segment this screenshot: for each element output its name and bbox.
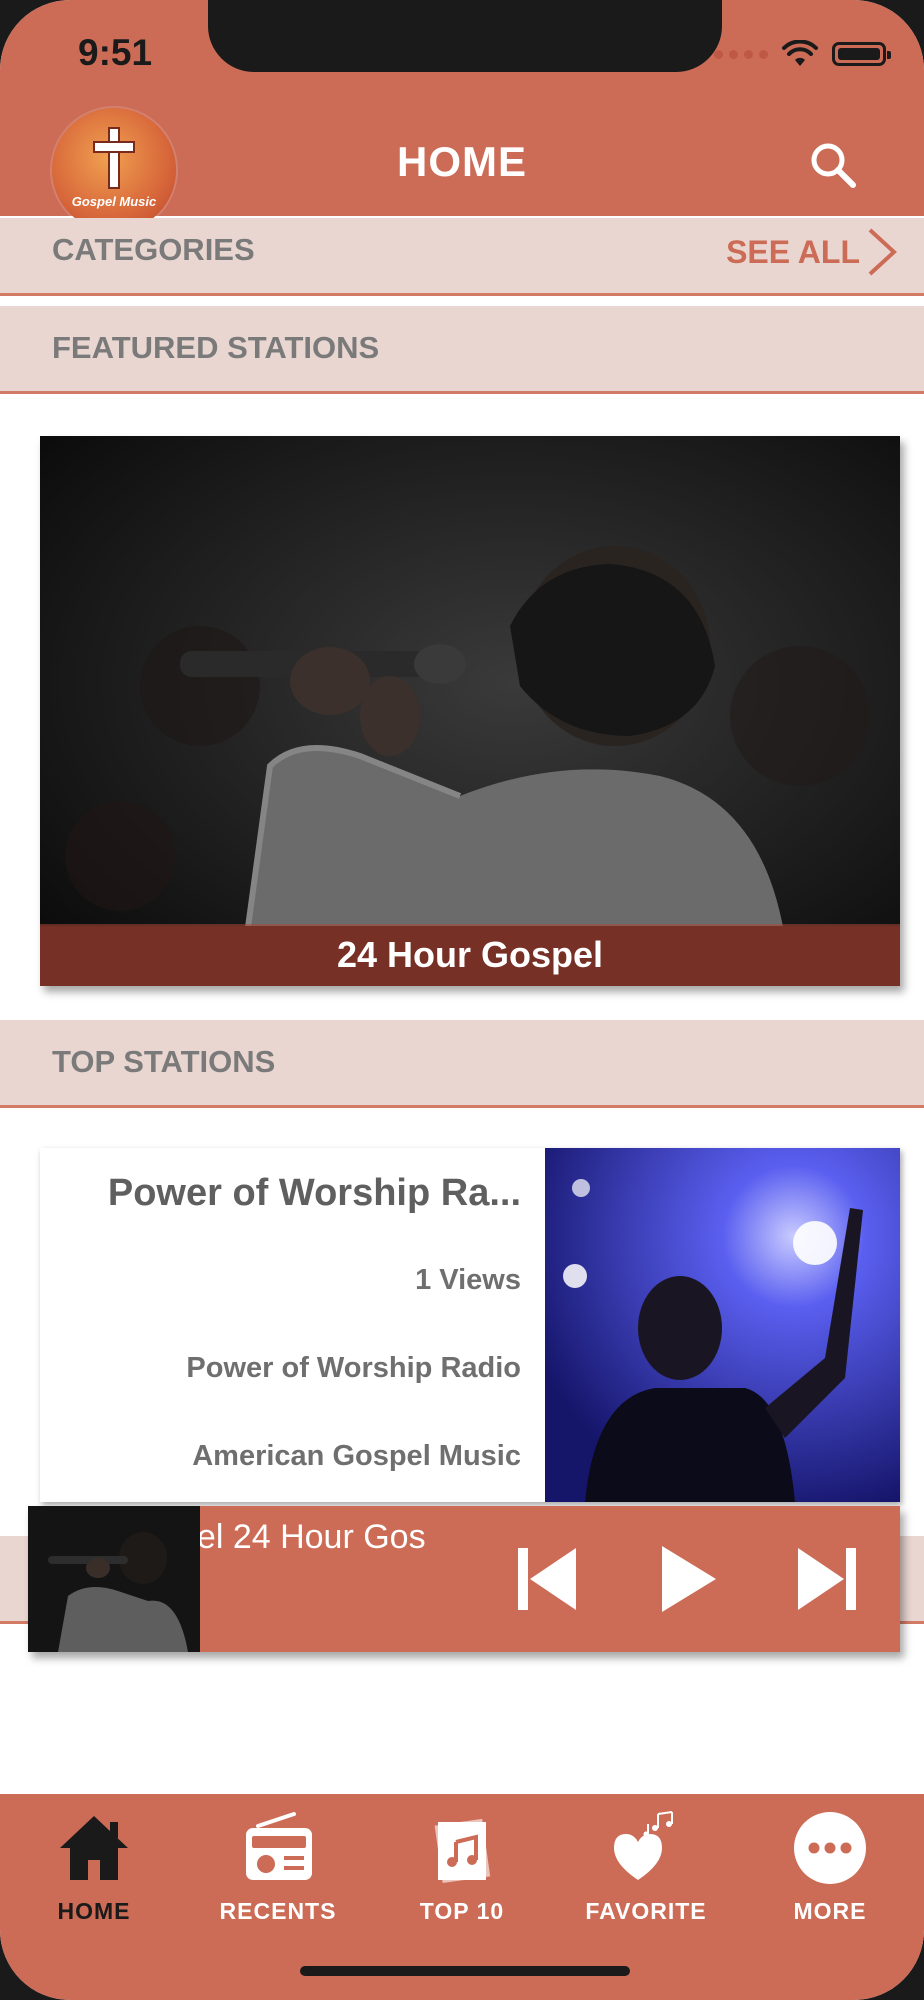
skip-next-icon[interactable] [790,1542,864,1616]
featured-section-header: FEATURED STATIONS [0,306,924,394]
tab-home[interactable]: HOME [2,1808,186,1958]
top-station-views: 1 Views [415,1264,521,1296]
featured-station-image [40,436,900,986]
categories-title: CATEGORIES [52,232,255,267]
more-icon [794,1812,866,1884]
featured-station-caption: 24 Hour Gospel [40,924,900,986]
phone-screen: 9:51 Gospel Music HOME CATEGORIES SEE AL… [0,0,924,2000]
status-indicators [714,40,891,68]
top-stations-title: TOP STATIONS [52,1044,276,1079]
chevron-right-icon [868,228,897,276]
status-time: 9:51 [78,32,153,73]
tab-home-label: HOME [57,1898,131,1924]
mini-player[interactable]: pel 24 Hour Gos [28,1506,900,1652]
see-all-label: SEE ALL [726,233,860,270]
cellular-signal-icon [714,49,768,59]
tab-more-label: MORE [793,1898,867,1924]
see-all-button[interactable]: SEE ALL [726,226,898,278]
top-station-station: Power of Worship Radio [186,1352,521,1384]
page-title: HOME [397,138,527,185]
heart-music-icon [614,1811,673,1880]
home-indicator[interactable] [300,1966,630,1976]
top-station-image [545,1148,900,1502]
top-station-name: Power of Worship Ra... [107,1172,521,1214]
top-station-card[interactable]: Power of Worship Ra... 1 Views Power of … [40,1148,900,1502]
app-header: 9:51 Gospel Music HOME [0,0,924,232]
tab-top-10-label: TOP 10 [419,1898,505,1924]
skip-previous-icon[interactable] [510,1542,584,1616]
featured-stations-title: FEATURED STATIONS [52,330,380,365]
device-notch [208,0,722,72]
top-station-info: Power of Worship Ra... 1 Views Power of … [40,1148,545,1502]
play-icon[interactable] [650,1542,724,1616]
tab-more[interactable]: MORE [738,1808,922,1958]
wifi-icon [782,40,818,66]
home-icon [60,1816,128,1880]
now-playing-text: pel 24 Hour Gos [200,1506,540,1576]
battery-icon [832,42,891,66]
now-playing-label: pel 24 Hour Gos [200,1518,426,1556]
logo-text: Gospel Music [71,194,157,209]
tab-favorite[interactable]: FAVORITE [554,1808,738,1958]
player-thumbnail [28,1506,200,1652]
top-stations-section-header: TOP STATIONS [0,1020,924,1108]
radio-icon [246,1812,312,1880]
search-icon[interactable] [808,140,858,190]
tab-top-10[interactable]: TOP 10 [370,1808,554,1958]
tab-favorite-label: FAVORITE [585,1898,707,1924]
tab-recents[interactable]: RECENTS [186,1808,370,1958]
top-station-genre: American Gospel Music [192,1440,521,1472]
tab-recents-label: RECENTS [219,1898,337,1924]
featured-station-card[interactable]: 24 Hour Gospel [40,436,900,986]
categories-section-header: CATEGORIES SEE ALL [0,218,924,296]
music-album-icon [434,1818,491,1884]
